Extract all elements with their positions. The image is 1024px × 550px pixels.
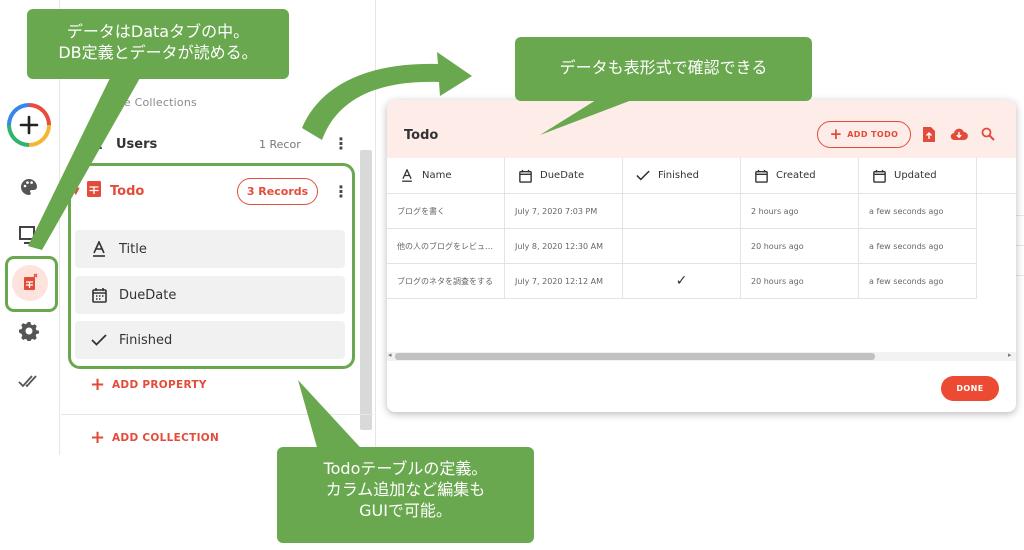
- callout-top-left: データはDataタブの中。 DB定義とデータが読める。: [27, 9, 289, 79]
- callout-top-right: データも表形式で確認できる: [515, 37, 812, 101]
- screenshot-stage: se Collections Users 1 Recor ⋮ ▼ Todo 3 …: [0, 0, 1024, 550]
- curved-arrow: [302, 52, 472, 140]
- callout-bottom: Todoテーブルの定義。 カラム追加など編集も GUIで可能。: [277, 447, 534, 543]
- callout-pointer: [540, 100, 632, 135]
- callout-pointer: [28, 78, 140, 250]
